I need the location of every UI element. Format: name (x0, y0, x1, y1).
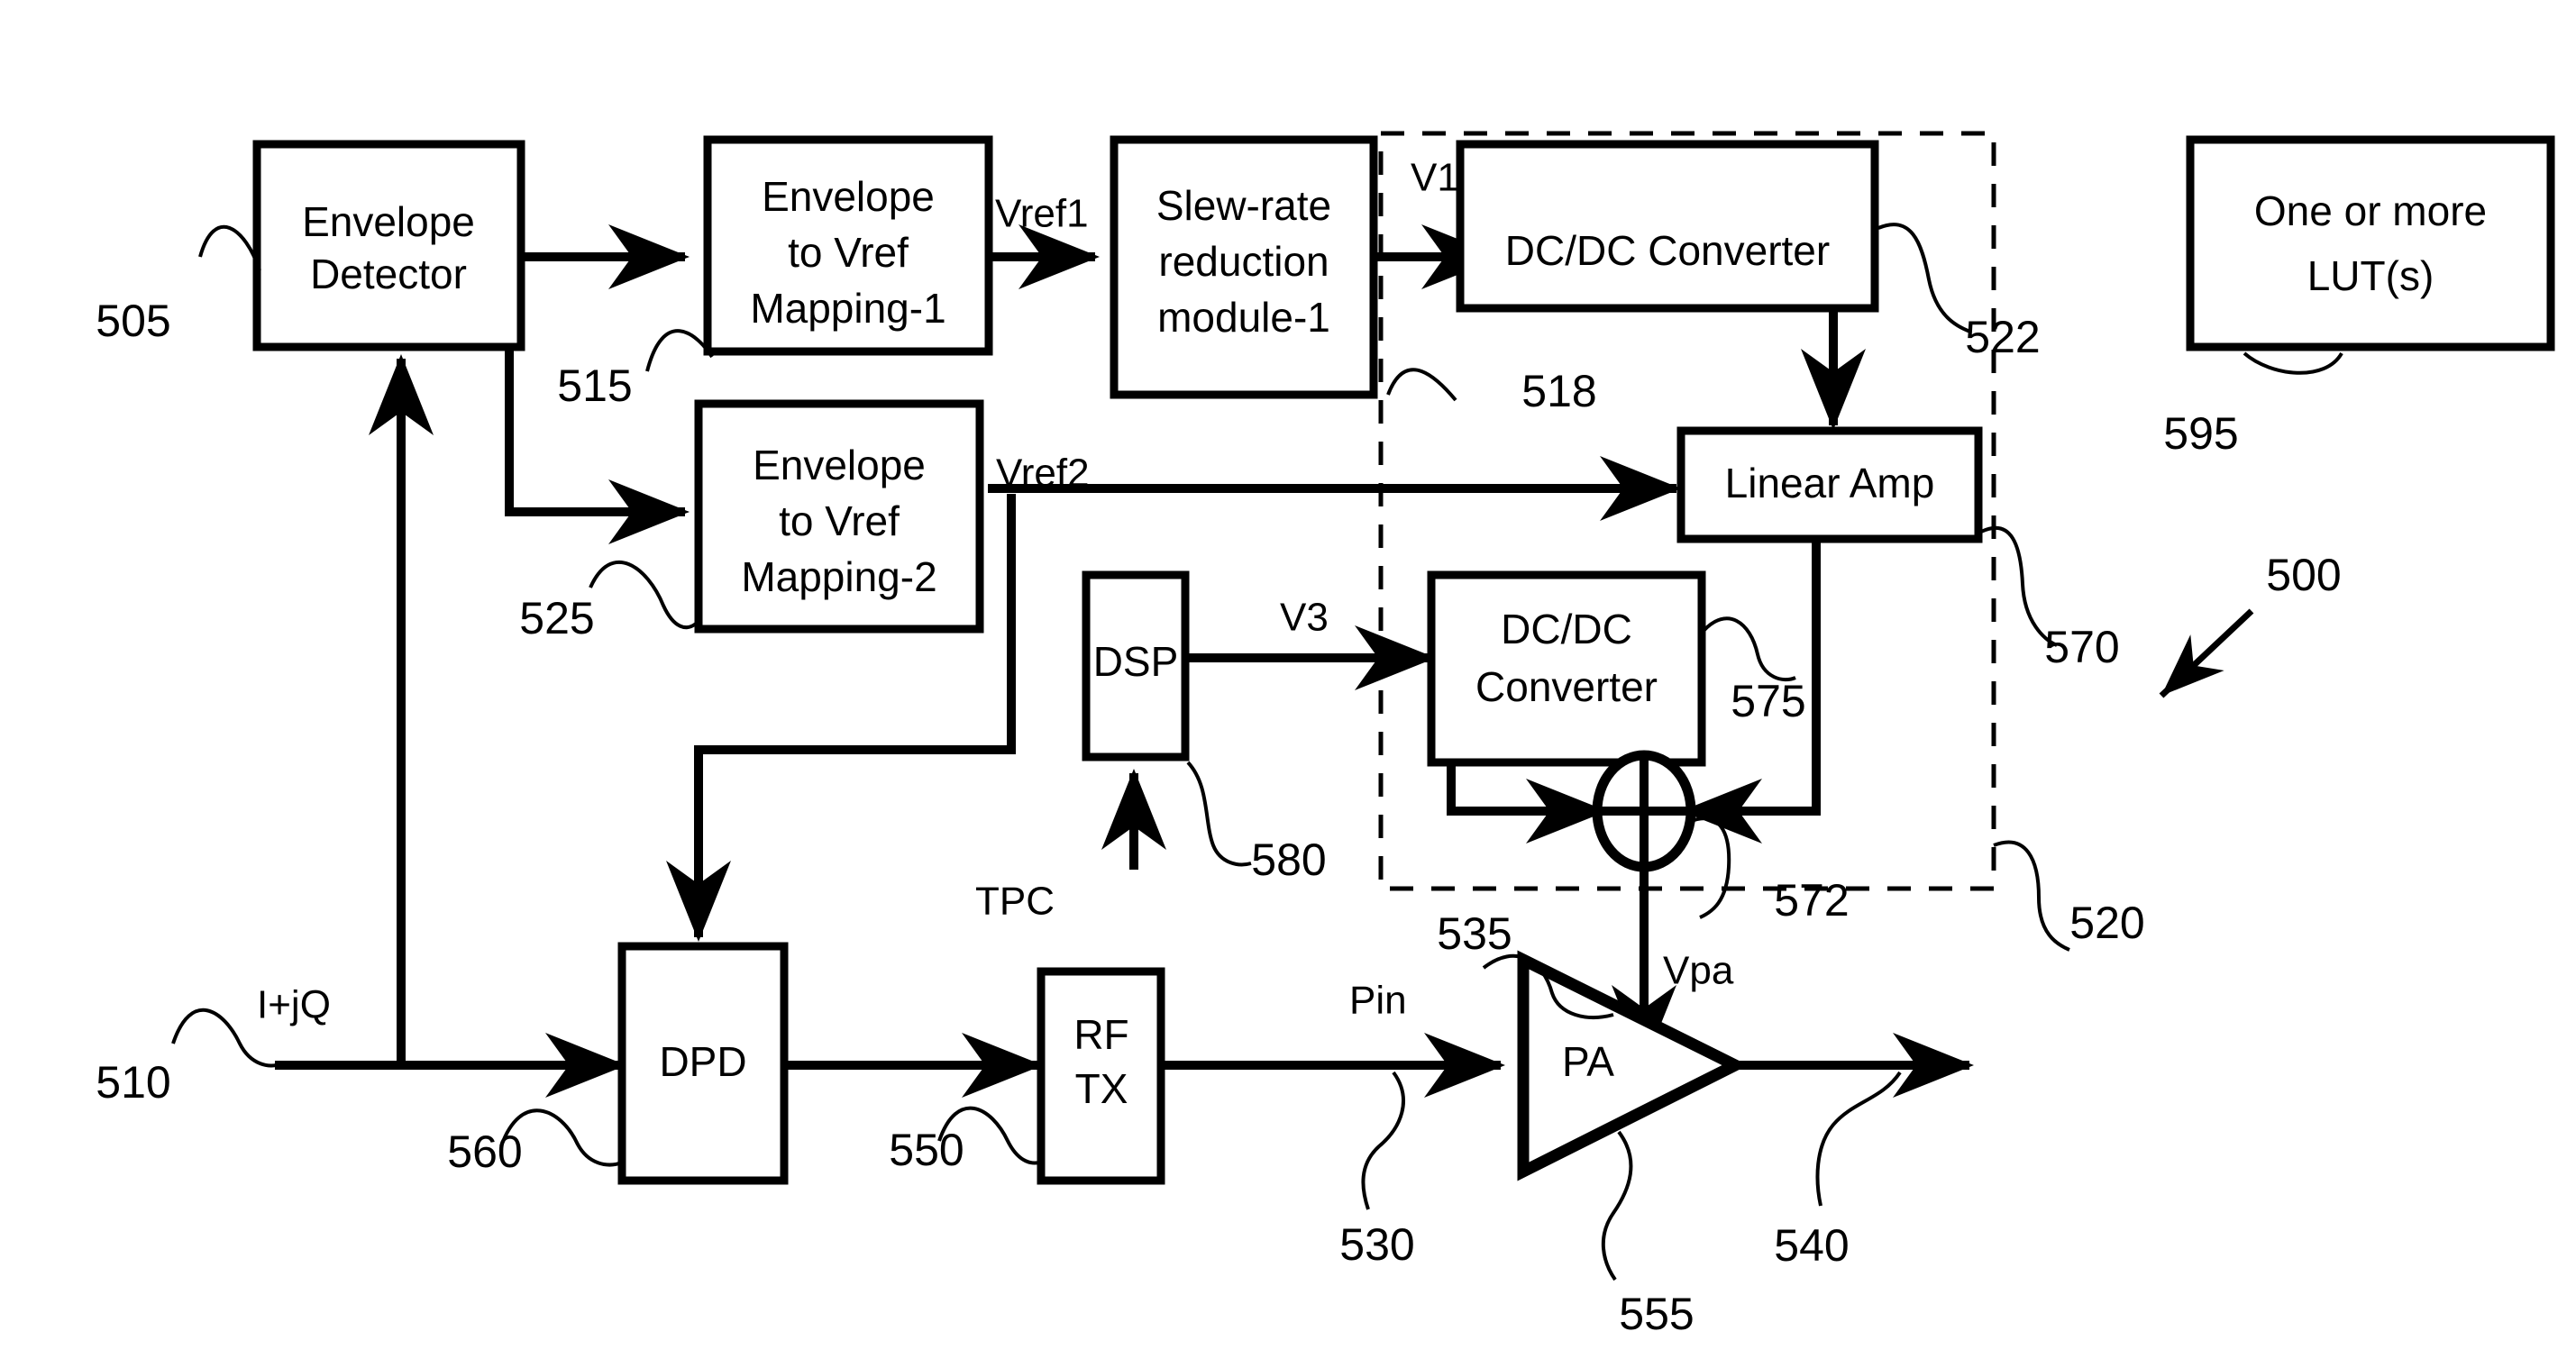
pa-label: PA (1562, 1038, 1614, 1085)
ref-500: 500 (2266, 550, 2341, 600)
leader-522 (1877, 223, 1971, 333)
ref-575: 575 (1731, 676, 1805, 726)
ref-515: 515 (557, 360, 632, 411)
linear-amp-label: Linear Amp (1725, 460, 1935, 506)
signal-label-pin: Pin (1349, 979, 1407, 1023)
ref-522: 522 (1965, 312, 2040, 362)
mapping2-label-3: Mapping-2 (741, 553, 936, 600)
figure-canvas: Envelope Detector Envelope to Vref Mappi… (0, 0, 2576, 1368)
block-envelope-detector[interactable] (252, 140, 525, 351)
slewrate-label-1: Slew-rate (1156, 182, 1331, 229)
signal-label-v3: V3 (1280, 596, 1329, 640)
mapping1-label-1: Envelope (762, 173, 935, 220)
leader-520 (1993, 840, 2070, 952)
mapping1-label-2: to Vref (788, 229, 909, 276)
leader-572 (1688, 816, 1731, 919)
signal-label-vref1: Vref1 (995, 192, 1089, 236)
wire-dcdc2-to-sum (1447, 762, 1607, 844)
leader-525 (589, 560, 698, 630)
block-diagram-svg: Envelope Detector Envelope to Vref Mappi… (96, 131, 2555, 1339)
ref-535: 535 (1437, 908, 1512, 959)
leader-580 (1186, 761, 1252, 867)
mapping1-label-3: Mapping-1 (750, 285, 945, 332)
ref-500-pointer-arrow (2159, 608, 2254, 698)
leader-505 (198, 224, 261, 271)
ref-572: 572 (1774, 875, 1849, 926)
ref-555: 555 (1619, 1289, 1694, 1339)
slewrate-label-2: reduction (1158, 238, 1329, 285)
leader-555 (1601, 1130, 1633, 1281)
ref-518: 518 (1521, 366, 1596, 416)
block-one-or-more-luts[interactable] (2186, 135, 2555, 351)
envelope-detector-label-1: Envelope (302, 198, 475, 245)
leader-518 (1386, 368, 1457, 402)
lut-label-1: One or more (2254, 187, 2487, 234)
ref-570: 570 (2044, 622, 2119, 672)
slewrate-label-3: module-1 (1157, 294, 1330, 341)
signal-label-vref2: Vref2 (996, 451, 1090, 496)
leader-530 (1361, 1071, 1405, 1210)
ref-530: 530 (1339, 1219, 1414, 1270)
leader-595 (2243, 351, 2343, 375)
ref-540: 540 (1774, 1220, 1849, 1271)
signal-label-tpc: TPC (975, 880, 1055, 924)
rftx-label-2: TX (1075, 1065, 1128, 1112)
signal-label-vpa: Vpa (1663, 949, 1734, 993)
mapping2-label-1: Envelope (753, 442, 926, 488)
dcdc2-label-1: DC/DC (1501, 606, 1632, 652)
leader-575 (1702, 616, 1796, 682)
mapping2-label-2: to Vref (779, 497, 900, 544)
block-dcdc-converter-1[interactable] (1456, 140, 1879, 313)
ref-580: 580 (1251, 834, 1326, 885)
lut-label-2: LUT(s) (2307, 252, 2434, 299)
rftx-label-1: RF (1073, 1011, 1128, 1058)
signal-label-v1: V1 (1411, 156, 1459, 200)
leader-515 (645, 329, 714, 372)
dsp-label: DSP (1093, 638, 1179, 685)
ref-510: 510 (96, 1057, 170, 1108)
envelope-detector-label-2: Detector (310, 251, 467, 297)
ref-520: 520 (2069, 898, 2144, 948)
leader-540 (1815, 1071, 1902, 1207)
ref-560: 560 (447, 1126, 522, 1177)
ref-595: 595 (2163, 408, 2238, 459)
ref-550: 550 (889, 1125, 964, 1175)
ref-525: 525 (519, 593, 594, 643)
ref-505: 505 (96, 296, 170, 346)
dpd-label: DPD (659, 1038, 746, 1085)
dcdc2-label-2: Converter (1475, 663, 1658, 710)
signal-label-iq: I+jQ (257, 983, 331, 1027)
dcdc1-label: DC/DC Converter (1505, 227, 1830, 274)
